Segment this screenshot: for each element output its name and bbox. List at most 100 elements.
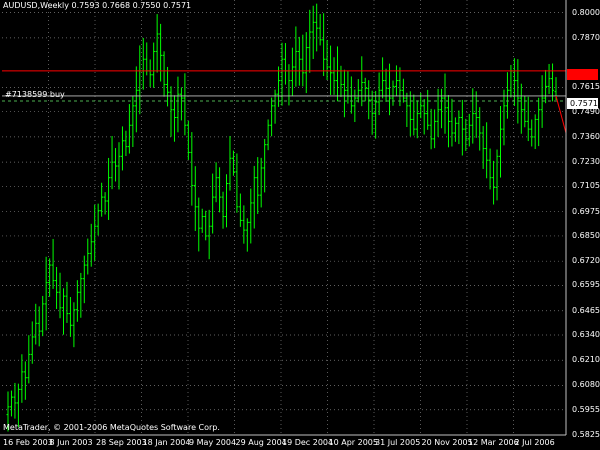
price-bar	[384, 68, 388, 102]
price-bar	[322, 13, 326, 77]
price-bar	[259, 157, 263, 208]
price-bar	[391, 80, 395, 106]
price-bar	[172, 95, 176, 142]
price-bar	[68, 296, 72, 337]
price-bar	[325, 40, 329, 81]
price-chart[interactable]	[0, 0, 600, 450]
price-bar	[186, 120, 190, 160]
price-tick-label: 0.6975	[572, 206, 600, 216]
price-bar	[311, 5, 315, 59]
price-bar	[141, 37, 145, 90]
price-bar	[374, 90, 378, 139]
price-bar	[499, 106, 503, 178]
price-bar	[103, 192, 107, 215]
price-bar	[398, 67, 402, 107]
price-bar	[117, 142, 121, 190]
price-bar	[283, 43, 287, 85]
price-bar	[290, 47, 294, 97]
price-bar	[162, 51, 166, 97]
price-bar	[537, 97, 541, 147]
price-bar	[335, 46, 339, 102]
price-tick-label: 0.6465	[572, 305, 600, 315]
price-bar	[214, 162, 218, 203]
price-bar	[422, 98, 426, 135]
price-bar	[485, 122, 489, 179]
price-bar	[440, 88, 444, 129]
resistance-price-badge: 0.7700	[567, 69, 598, 80]
price-bar	[315, 3, 319, 52]
date-tick-label: 12 Mar 2006	[468, 438, 519, 447]
price-bar	[44, 256, 48, 331]
price-bar	[460, 99, 464, 156]
price-bar	[256, 157, 260, 214]
price-bar	[96, 203, 100, 236]
price-bar	[353, 89, 357, 123]
price-bar	[207, 209, 211, 260]
price-bar	[273, 89, 277, 124]
price-bar	[360, 56, 364, 107]
price-bar	[23, 361, 27, 400]
price-bar	[218, 167, 222, 213]
date-tick-label: 28 Sep 2003	[96, 438, 147, 447]
current-price-badge: 0.7571	[567, 98, 598, 109]
price-bar	[349, 76, 353, 114]
price-bar	[453, 117, 457, 142]
price-bar	[488, 148, 492, 190]
price-bar	[235, 153, 239, 213]
price-bar	[131, 95, 135, 148]
price-bar	[34, 303, 38, 345]
price-bar	[93, 204, 97, 261]
price-bar	[270, 97, 274, 137]
price-bar	[51, 238, 55, 289]
price-bar	[457, 110, 461, 145]
price-bar	[134, 66, 138, 133]
price-bar	[478, 107, 482, 151]
price-bar	[89, 223, 93, 267]
price-bar	[526, 96, 530, 142]
date-tick-label: 20 Nov 2005	[421, 438, 473, 447]
price-bar	[37, 306, 41, 347]
price-bar	[124, 130, 128, 157]
chart-window[interactable]: AUDUSD,Weekly 0.7593 0.7668 0.7550 0.757…	[0, 0, 600, 450]
price-bar	[231, 150, 235, 176]
price-bar	[287, 64, 291, 106]
date-tick-label: 31 Jul 2005	[375, 438, 421, 447]
price-bar	[197, 197, 201, 252]
price-bar	[540, 75, 544, 128]
price-bar	[221, 191, 225, 229]
price-bar	[120, 126, 124, 171]
price-tick-label: 0.7105	[572, 181, 600, 191]
date-tick-label: 9 May 2004	[189, 438, 237, 447]
price-bar	[297, 36, 301, 86]
price-bar	[381, 57, 385, 99]
price-bar	[464, 118, 468, 151]
price-bar	[114, 148, 118, 182]
price-bar	[193, 166, 197, 231]
price-tick-label: 0.6080	[572, 380, 600, 390]
price-bar	[519, 83, 523, 134]
price-tick-label: 0.6210	[572, 355, 600, 365]
order-label[interactable]: #7138599 buy	[5, 90, 65, 100]
price-bar	[179, 87, 183, 121]
price-bar	[294, 26, 298, 87]
price-bar	[443, 73, 447, 134]
price-bar	[495, 149, 499, 201]
price-bar	[20, 354, 24, 403]
price-tick-label: 0.7360	[572, 131, 600, 141]
price-bar	[58, 272, 62, 319]
price-bar	[530, 119, 534, 147]
date-tick-label: 18 Jan 2004	[142, 438, 191, 447]
price-bar	[176, 76, 180, 133]
price-bar	[211, 173, 215, 234]
price-bar	[394, 65, 398, 97]
price-bar	[27, 335, 31, 384]
price-tick-label: 0.5955	[572, 404, 600, 414]
price-bar	[332, 57, 336, 95]
price-bar	[245, 218, 249, 252]
price-bar	[263, 138, 267, 193]
price-bar	[138, 45, 142, 115]
price-bar	[72, 302, 76, 348]
grid-layer	[2, 0, 566, 436]
price-bar	[467, 113, 471, 147]
price-tick-label: 0.6850	[572, 230, 600, 240]
